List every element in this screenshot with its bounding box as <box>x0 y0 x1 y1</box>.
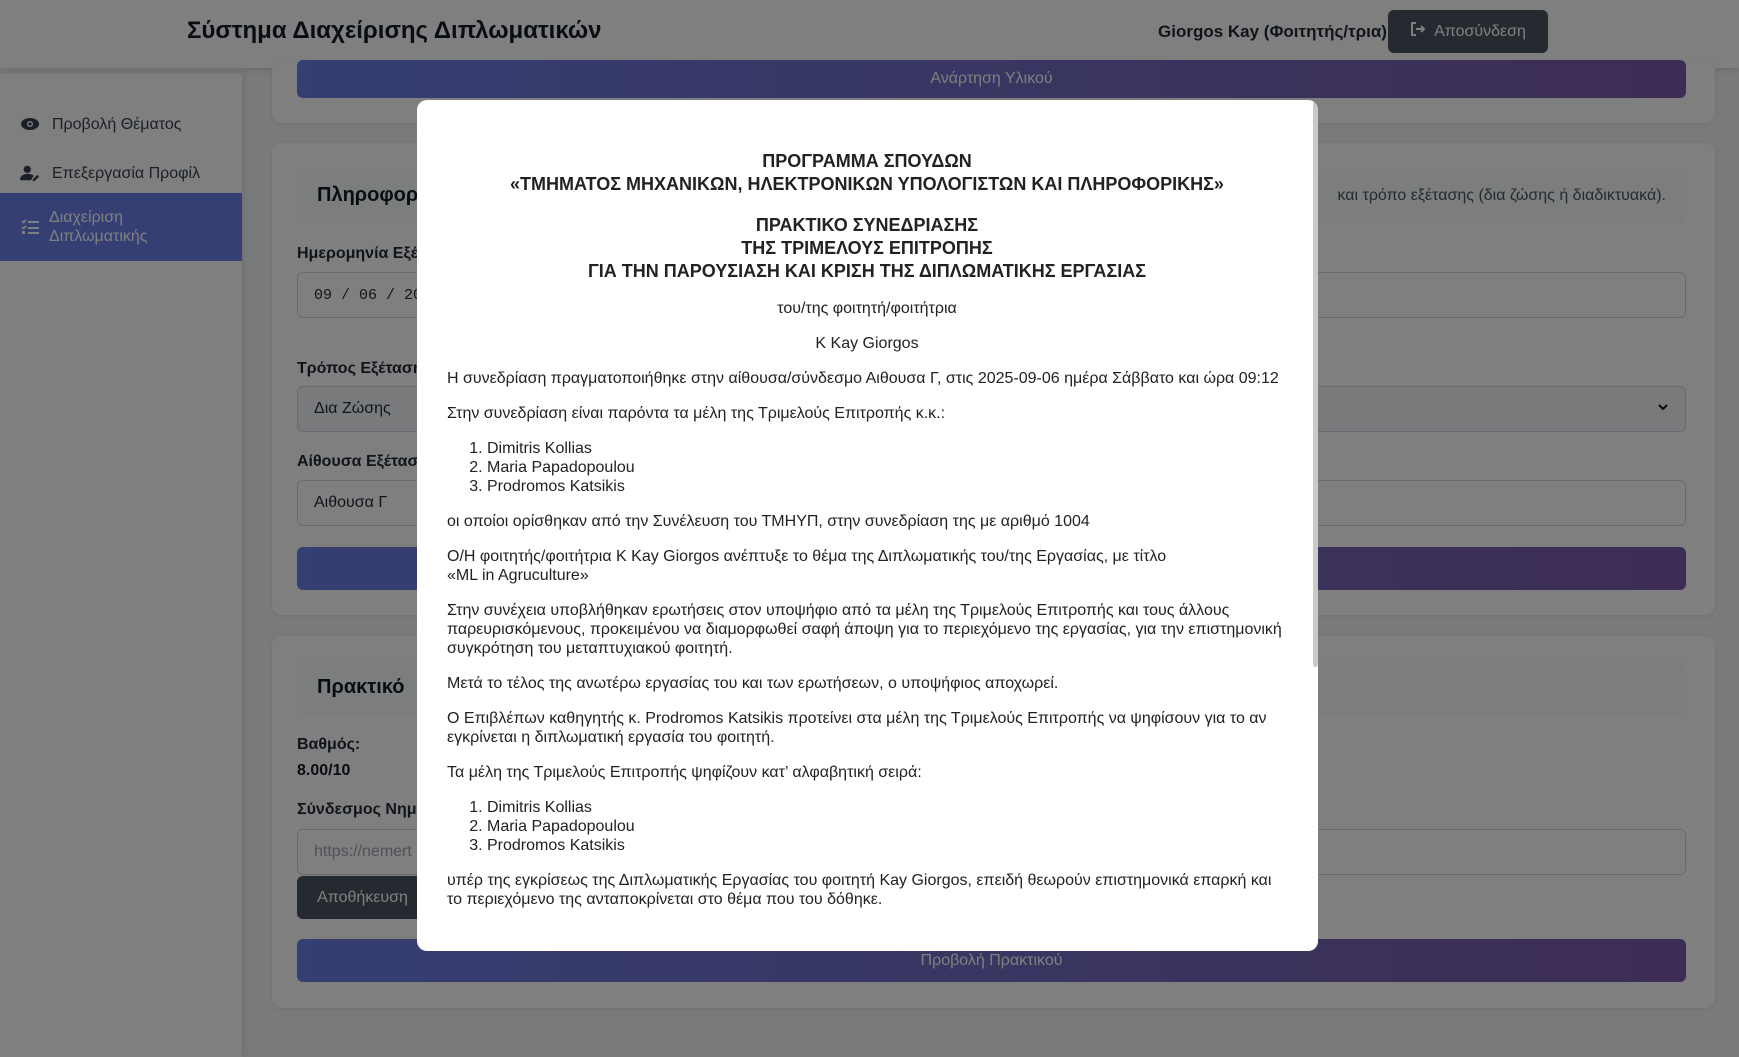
practical-modal: ΠΡΟΓΡΑΜΜΑ ΣΠΟΥΔΩΝ «ΤΜΗΜΑΤΟΣ ΜΗΧΑΝΙΚΩΝ, Η… <box>417 100 1318 951</box>
doc-paragraph: Η συνεδρίαση πραγματοποιήθηκε στην αίθου… <box>447 370 1279 387</box>
doc-heading-minutes: ΠΡΑΚΤΙΚΟ ΣΥΝΕΔΡΙΑΣΗΣ <box>755 215 979 235</box>
doc-paragraph: οι οποίοι ορίσθηκαν από την Συνέλευση το… <box>447 513 1090 530</box>
doc-paragraph: Στην συνέχεια υποβλήθηκαν ερωτήσεις στον… <box>447 602 1282 657</box>
doc-paragraph: υπέρ της εγκρίσεως της Διπλωματικής Εργα… <box>447 872 1272 908</box>
voting-members-list: Dimitris Kollias Maria Papadopoulou Prod… <box>487 798 1287 855</box>
committee-members-list: Dimitris Kollias Maria Papadopoulou Prod… <box>487 439 1287 496</box>
practical-document: ΠΡΟΓΡΑΜΜΑ ΣΠΟΥΔΩΝ «ΤΜΗΜΑΤΟΣ ΜΗΧΑΝΙΚΩΝ, Η… <box>447 150 1287 925</box>
list-item: Prodromos Katsikis <box>487 477 1287 496</box>
doc-paragraph: Τα μέλη της Τριμελούς Επιτροπής ψηφίζουν… <box>447 764 922 781</box>
doc-paragraph: Ο Επιβλέπων καθηγητής κ. Prodromos Katsi… <box>447 710 1267 746</box>
doc-paragraph: Ο/Η φοιτητής/φοιτήτρια K Kay Giorgos ανέ… <box>447 547 1287 585</box>
doc-topic-intro: Ο/Η φοιτητής/φοιτήτρια K Kay Giorgos ανέ… <box>447 548 1167 565</box>
doc-student-line: του/της φοιτητή/φοιτήτρια <box>777 300 957 317</box>
doc-heading-program: ΠΡΟΓΡΑΜΜΑ ΣΠΟΥΔΩΝ <box>762 151 972 171</box>
doc-heading-purpose: ΓΙΑ ΤΗΝ ΠΑΡΟΥΣΙΑΣΗ ΚΑΙ ΚΡΙΣΗ ΤΗΣ ΔΙΠΛΩΜΑ… <box>587 261 1146 281</box>
doc-heading-committee: ΤΗΣ ΤΡΙΜΕΛΟΥΣ ΕΠΙΤΡΟΠΗΣ <box>741 238 993 258</box>
doc-heading-department: «ΤΜΗΜΑΤΟΣ ΜΗΧΑΝΙΚΩΝ, ΗΛΕΚΤΡΟΝΙΚΩΝ ΥΠΟΛΟΓ… <box>510 174 1224 194</box>
doc-paragraph: Μετά το τέλος της ανωτέρω εργασίας του κ… <box>447 675 1059 692</box>
list-item: Dimitris Kollias <box>487 798 1287 817</box>
doc-thesis-title: «ML in Agruculture» <box>447 567 589 584</box>
modal-scrollbar[interactable] <box>1312 100 1318 951</box>
list-item: Maria Papadopoulou <box>487 817 1287 836</box>
list-item: Maria Papadopoulou <box>487 458 1287 477</box>
list-item: Dimitris Kollias <box>487 439 1287 458</box>
modal-scrollbar-thumb[interactable] <box>1313 100 1318 667</box>
doc-paragraph: Στην συνεδρίαση είναι παρόντα τα μέλη τη… <box>447 405 946 422</box>
doc-student-name: K Kay Giorgos <box>815 335 919 352</box>
list-item: Prodromos Katsikis <box>487 836 1287 855</box>
